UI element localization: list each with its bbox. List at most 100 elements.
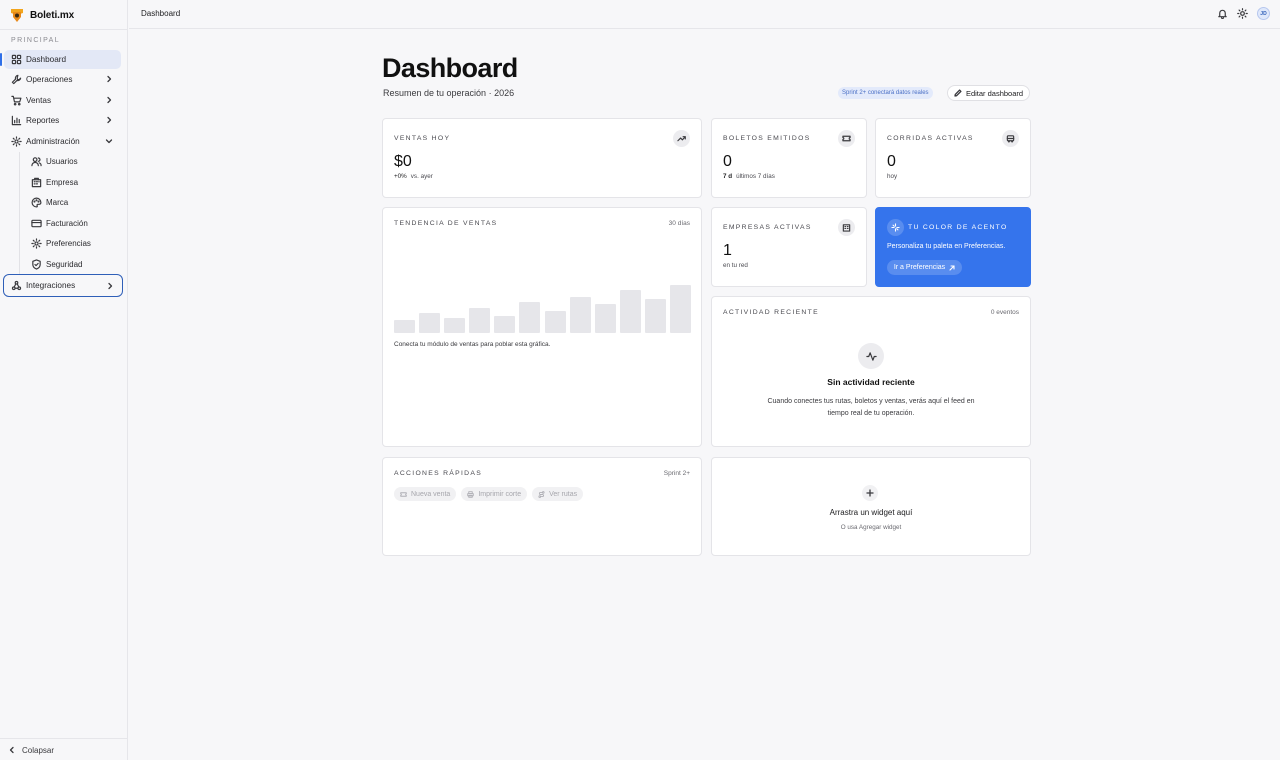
empty-state-body: Cuando conectes tus rutas, boletos y ven… [767,398,975,417]
brand[interactable]: Boleti.mx [10,6,74,24]
widget-drop-zone[interactable]: Arrastra un widget aquí O usa Agregar wi… [711,457,1031,556]
sidebar-item-label: Reportes [26,116,60,125]
activity-icon [865,351,877,361]
brand-logo-icon [11,9,23,22]
card-label: TU COLOR DE ACENTO [908,224,1008,231]
sidebar-item-dashboard[interactable]: Dashboard [0,50,121,69]
bell-icon[interactable] [1217,8,1228,19]
card-ventas-hoy: VENTAS HOY $0 +0% vs. ayer [382,118,702,198]
grid-icon [11,54,22,65]
card-empresas-activas: EMPRESAS ACTIVAS 1 en tu red [711,207,867,287]
sidebar-item-label: Dashboard [26,55,67,64]
card-label: ACCIONES RÁPIDAS [394,470,483,477]
pencil-icon [954,89,962,97]
chevron-right-icon [107,116,112,124]
go-to-preferences-label: Ir a Preferencias [893,264,946,271]
trending-up-icon [677,136,686,142]
arrow-up-right-icon [949,264,955,271]
sun-icon[interactable] [1237,8,1248,19]
sidebar-item-operaciones[interactable]: Operaciones [4,70,121,89]
delta-value: +0% [394,173,407,180]
card-footnote: 7 d últimos 7 días [723,173,775,180]
card-label: CORRIDAS ACTIVAS [887,135,974,142]
brand-name: Boleti.mx [30,9,75,21]
gear-icon [11,136,22,147]
range-label: 30 días [668,220,690,227]
new-sale-button[interactable]: Nueva venta [394,487,457,501]
submenu-rail [19,152,20,276]
breadcrumb: Dashboard [141,9,181,18]
sprint-tag: Sprint 2+ [663,470,690,477]
chart-bar [594,304,616,333]
card-actividad-reciente: ACTIVIDAD RECIENTE 0 eventos Sin activid… [711,296,1031,447]
chart-bar [569,297,591,333]
card-boletos-emitidos: BOLETOS EMITIDOS 0 7 d últimos 7 días [711,118,867,198]
chart-bar [619,290,641,333]
accent-description: Personaliza tu paleta en Preferencias. [887,243,1006,250]
card-corridas-activas: CORRIDAS ACTIVAS 0 hoy [875,118,1031,198]
chart-bar [419,313,441,333]
bar-chart-icon [11,115,22,126]
quick-actions: Nueva venta Imprimir corte Ver rutas [394,487,584,501]
sidebar-subitem-label: Usuarios [46,157,78,166]
sales-trend-chart [394,283,691,333]
webhook-icon [11,280,22,291]
sidebar-item-label: Operaciones [26,75,73,84]
chart-bar [494,316,516,333]
palette-icon [31,197,42,208]
sidebar-subitem-marca[interactable]: Marca [24,193,121,212]
collapse-sidebar-button[interactable]: Colapsar [8,743,54,757]
sidebar-subitem-facturacion[interactable]: Facturación [24,214,121,233]
section-label-principal: PRINCIPAL [11,37,61,44]
chart-bar [669,285,691,333]
edit-dashboard-label: Editar dashboard [965,88,1024,98]
sidebar-subitem-label: Preferencias [46,239,91,248]
route-icon [538,490,545,498]
avatar[interactable]: JD [1257,7,1270,20]
sidebar-subitem-label: Facturación [46,219,88,228]
events-count: 0 eventos [990,309,1019,316]
chevron-right-icon [108,282,113,290]
sidebar-item-integraciones[interactable]: Integraciones [3,274,123,297]
sidebar-item-label: Integraciones [26,281,76,290]
card-badge [673,130,690,147]
add-widget-button[interactable] [862,485,878,501]
sidebar-subitem-seguridad[interactable]: Seguridad [24,255,121,274]
topbar: Dashboard JD [129,0,1280,29]
topbar-actions: JD [1217,7,1270,20]
chart-bar [394,320,416,333]
cart-icon [11,95,22,106]
sidebar-subitem-empresa[interactable]: Empresa [24,173,121,192]
sidebar-subitem-preferencias[interactable]: Preferencias [24,234,121,253]
card-footnote: en tu red [723,262,748,269]
card-value: 0 [723,153,732,170]
view-routes-label: Ver rutas [549,490,578,498]
sidebar-subitem-label: Empresa [46,178,79,187]
card-value: $0 [394,153,412,170]
sidebar-item-ventas[interactable]: Ventas [4,91,121,110]
sidebar-subitem-usuarios[interactable]: Usuarios [24,152,121,171]
sidebar-footer-divider [0,738,128,739]
card-label: ACTIVIDAD RECIENTE [723,309,819,316]
gear-icon [31,238,42,249]
card-badge [1002,130,1019,147]
building-icon [842,224,851,232]
chevron-right-icon [107,96,112,104]
sparkle-icon [891,223,900,232]
go-to-preferences-button[interactable]: Ir a Preferencias [887,260,962,275]
card-label: TENDENCIA DE VENTAS [394,220,498,227]
page-subtitle: Resumen de tu operación · 2026 [383,88,515,98]
edit-dashboard-button[interactable]: Editar dashboard [947,85,1030,101]
card-label: EMPRESAS ACTIVAS [723,224,812,231]
sidebar-item-reportes[interactable]: Reportes [4,111,121,130]
empty-state-title: Sin actividad reciente [827,377,915,387]
chart-caption: Conecta tu módulo de ventas para poblar … [394,341,551,348]
plus-icon [866,489,874,497]
card-badge [838,219,855,236]
print-cut-button[interactable]: Imprimir corte [461,487,528,501]
sidebar-item-administracion[interactable]: Administración [4,132,121,151]
wrench-icon [11,74,22,85]
card-value: 1 [723,242,732,259]
chevron-right-icon [107,75,112,83]
view-routes-button[interactable]: Ver rutas [532,487,584,501]
